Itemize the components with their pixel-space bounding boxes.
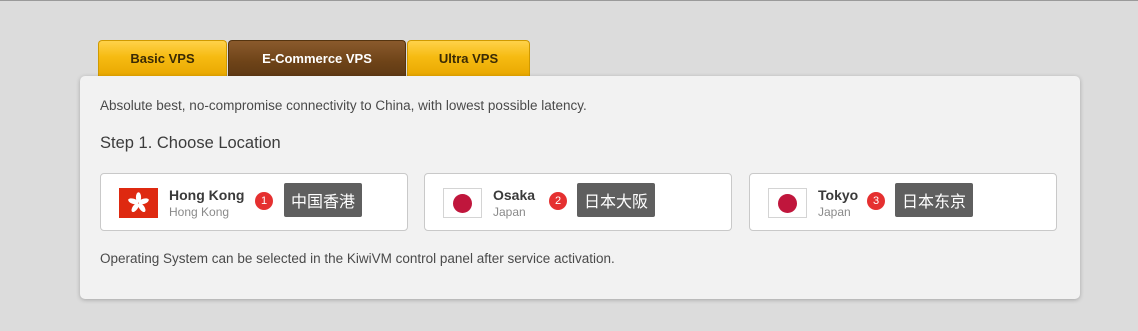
- tab-ultra-vps[interactable]: Ultra VPS: [407, 40, 530, 76]
- product-tabs: Basic VPS E-Commerce VPS Ultra VPS: [98, 40, 530, 76]
- location-city: Hong Kong: [169, 187, 245, 203]
- location-number-badge: 2: [549, 192, 567, 210]
- location-number-badge: 1: [255, 192, 273, 210]
- plan-description: Absolute best, no-compromise connectivit…: [100, 98, 587, 113]
- plan-panel: Absolute best, no-compromise connectivit…: [80, 76, 1080, 299]
- location-number-badge: 3: [867, 192, 885, 210]
- location-tooltip: 中国香港: [284, 183, 363, 217]
- location-card-tokyo[interactable]: Tokyo Japan 3 日本东京: [749, 173, 1057, 231]
- location-tooltip: 日本东京: [895, 183, 974, 217]
- location-tooltip: 日本大阪: [577, 183, 656, 217]
- step-title: Step 1. Choose Location: [100, 134, 281, 152]
- location-city: Osaka: [493, 187, 536, 203]
- location-country: Hong Kong: [169, 205, 230, 219]
- top-border: [0, 0, 1138, 1]
- hong-kong-flag-icon: [119, 188, 158, 218]
- tab-basic-vps[interactable]: Basic VPS: [98, 40, 227, 76]
- japan-flag-icon: [443, 188, 482, 218]
- os-note: Operating System can be selected in the …: [100, 251, 615, 266]
- location-card-osaka[interactable]: Osaka Japan 2 日本大阪: [424, 173, 732, 231]
- location-city: Tokyo: [818, 187, 859, 203]
- location-country: Japan: [818, 205, 851, 219]
- location-country: Japan: [493, 205, 526, 219]
- location-card-hong-kong[interactable]: Hong Kong Hong Kong 1 中国香港: [100, 173, 408, 231]
- japan-flag-icon: [768, 188, 807, 218]
- tab-ecommerce-vps[interactable]: E-Commerce VPS: [228, 40, 406, 76]
